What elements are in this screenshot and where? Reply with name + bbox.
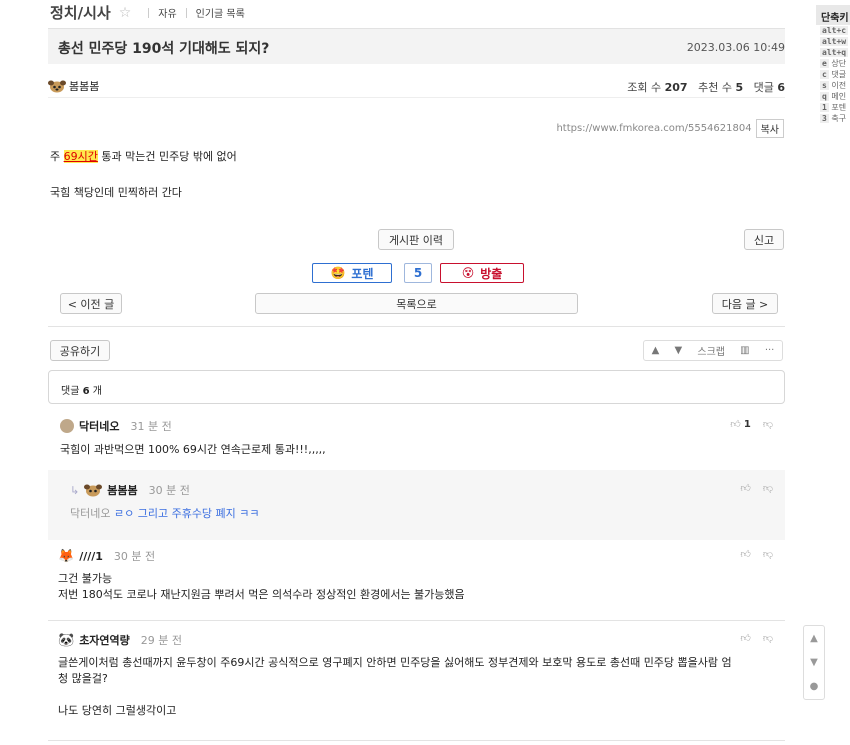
shortcut-item: 1 포텐	[820, 103, 847, 112]
like-button[interactable]: 👍︎	[740, 548, 750, 560]
shortcut-item: q 메인	[820, 92, 847, 101]
post-author[interactable]: 봄봄봄	[48, 78, 99, 94]
mention[interactable]: 닥터네오	[70, 507, 110, 520]
author-name[interactable]: 봄봄봄	[69, 78, 99, 94]
list-button[interactable]: 목록으로	[255, 293, 578, 314]
comment-author[interactable]: 닥터네오	[79, 418, 119, 434]
comment-time: 31 분 전	[130, 420, 172, 433]
reply-arrow-icon: ↳	[70, 483, 80, 497]
shortcut-item: e 상단	[820, 59, 847, 68]
comment-time: 30 분 전	[113, 550, 156, 563]
comment-2: ↳ 봄봄봄 30 분 전 👍︎ 👎︎ 닥터네오 ㄹㅇ 그리고 주휴수당 폐지 ㅋㅋ	[48, 482, 785, 522]
more-icon[interactable]: ···	[765, 345, 775, 356]
avatar-icon	[48, 80, 66, 93]
comment-text: 국힘이 과반먹으면 100% 69시간 연속근로제 통과!!!,,,,,	[60, 443, 326, 456]
report-button[interactable]: 신고	[744, 229, 784, 250]
comment-time: 29 분 전	[140, 634, 183, 647]
shortcut-item: alt+w	[820, 37, 849, 46]
scrap-button[interactable]: 스크랩	[697, 343, 725, 358]
shortcut-item: s 이전	[820, 81, 847, 90]
dislike-icon[interactable]: 👎︎	[763, 418, 773, 430]
upvote-button[interactable]: 🤩 포텐	[312, 263, 392, 283]
post-body: 주 69시간 통과 막는건 민주당 밖에 없어 국힘 책당인데 민찍하러 간다	[50, 148, 237, 200]
keyword-link[interactable]: 69시간	[63, 150, 98, 163]
dislike-icon[interactable]: 👎︎	[763, 482, 773, 494]
tab-popular[interactable]: 인기글 목록	[196, 5, 245, 20]
post-date: 2023.03.06 10:49	[686, 41, 785, 54]
downvote-button[interactable]: 😵 방출	[440, 263, 524, 283]
vote-count: 5	[404, 263, 432, 283]
shortcut-title: 단축키	[816, 5, 850, 25]
comment-author[interactable]: 봄봄봄	[107, 482, 137, 498]
shortcut-item: 3 축구	[820, 114, 847, 123]
shortcut-item: c 댓글	[820, 70, 847, 79]
arrow-down-icon[interactable]: ▼	[674, 345, 682, 356]
prev-post-button[interactable]: < 이전 글	[60, 293, 122, 314]
body-line-1: 주 69시간 통과 막는건 민주당 밖에 없어	[50, 150, 237, 163]
chart-icon[interactable]: ▥	[740, 345, 749, 356]
comment-text: 글쓴게이처럼 총선때까지 윤두창이 주69시간 공식적으로 영구폐지 안하면 민…	[58, 656, 732, 717]
comment-text: 그건 불가능 저번 180석도 코로나 재난지원금 뿌려서 먹은 의석수라 정상…	[58, 572, 465, 601]
share-button[interactable]: 공유하기	[50, 340, 110, 361]
dislike-icon[interactable]: 👎︎	[763, 632, 773, 644]
body-line-2: 국힘 책당인데 민찍하러 간다	[50, 186, 182, 199]
next-post-button[interactable]: 다음 글 >	[712, 293, 778, 314]
avatar-icon: 🐼	[58, 632, 75, 648]
scroll-up-icon[interactable]: ▲	[810, 633, 818, 644]
dislike-icon[interactable]: 👎︎	[763, 548, 773, 560]
scroll-down-icon[interactable]: ▼	[810, 657, 818, 668]
face-icon: 🤩	[330, 266, 346, 280]
post-url[interactable]: https://www.fmkorea.com/5554621804	[556, 123, 751, 134]
comment-4: 🐼 초자연역량 29 분 전 👍︎ 👎︎ 글쓴게이처럼 총선때까지 윤두창이 주6…	[48, 632, 785, 719]
avatar-icon	[60, 419, 74, 433]
comment-1: 닥터네오 31 분 전 👍︎ 1 👎︎ 국힘이 과반먹으면 100% 69시간 연…	[48, 418, 785, 458]
avatar-icon: 🦊	[58, 548, 75, 564]
post-title: 총선 민주당 190석 기대해도 되지?	[58, 41, 270, 57]
comment-summary: 댓글 6 개	[48, 370, 785, 404]
comment-jump-icon[interactable]: ●	[810, 681, 819, 692]
avatar-icon	[84, 484, 103, 497]
shortcut-panel: 단축키 alt+c alt+w alt+q e 상단 c 댓글 s 이전 q 메인 1 …	[816, 5, 850, 124]
board-header: 정치/시사 ☆ 자유 인기글 목록	[50, 2, 245, 23]
arrow-up-icon[interactable]: ▲	[652, 345, 660, 356]
star-icon[interactable]: ☆	[119, 5, 132, 21]
board-tabs: 자유 인기글 목록	[139, 5, 245, 20]
comment-author[interactable]: 초자연역량	[79, 632, 130, 648]
comment-time: 30 분 전	[148, 484, 190, 497]
like-button[interactable]: 👍︎	[740, 482, 750, 494]
board-history-button[interactable]: 게시판 이력	[378, 229, 454, 250]
post-meta: 봄봄봄 조회 수 207 추천 수 5 댓글 6	[48, 74, 785, 98]
tab-free[interactable]: 자유	[158, 5, 176, 20]
floating-nav: ▲ ▼ ●	[803, 625, 825, 700]
post-url-row: https://www.fmkorea.com/5554621804 복사	[556, 119, 784, 138]
face-icon: 😵	[461, 266, 475, 280]
comment-count: 6	[82, 386, 90, 397]
comment-author[interactable]: ////1	[79, 550, 103, 563]
comment-text: 닥터네오 ㄹㅇ 그리고 주휴수당 폐지 ㅋㅋ	[70, 507, 260, 520]
shortcut-item: alt+q	[820, 48, 849, 57]
like-button[interactable]: 👍︎ 1	[730, 418, 751, 430]
post-header: 총선 민주당 190석 기대해도 되지? 2023.03.06 10:49	[48, 28, 785, 64]
shortcut-item: alt+c	[820, 26, 849, 35]
comment-3: 🦊 ////1 30 분 전 👍︎ 👎︎ 그건 불가능 저번 180석도 코로나 …	[48, 548, 785, 603]
like-button[interactable]: 👍︎	[740, 632, 750, 644]
post-stats: 조회 수 207 추천 수 5 댓글 6	[627, 81, 785, 94]
post-tools: ▲ ▼ 스크랩 ▥ ···	[643, 340, 783, 361]
copy-url-button[interactable]: 복사	[755, 119, 784, 138]
board-title[interactable]: 정치/시사	[50, 2, 111, 23]
